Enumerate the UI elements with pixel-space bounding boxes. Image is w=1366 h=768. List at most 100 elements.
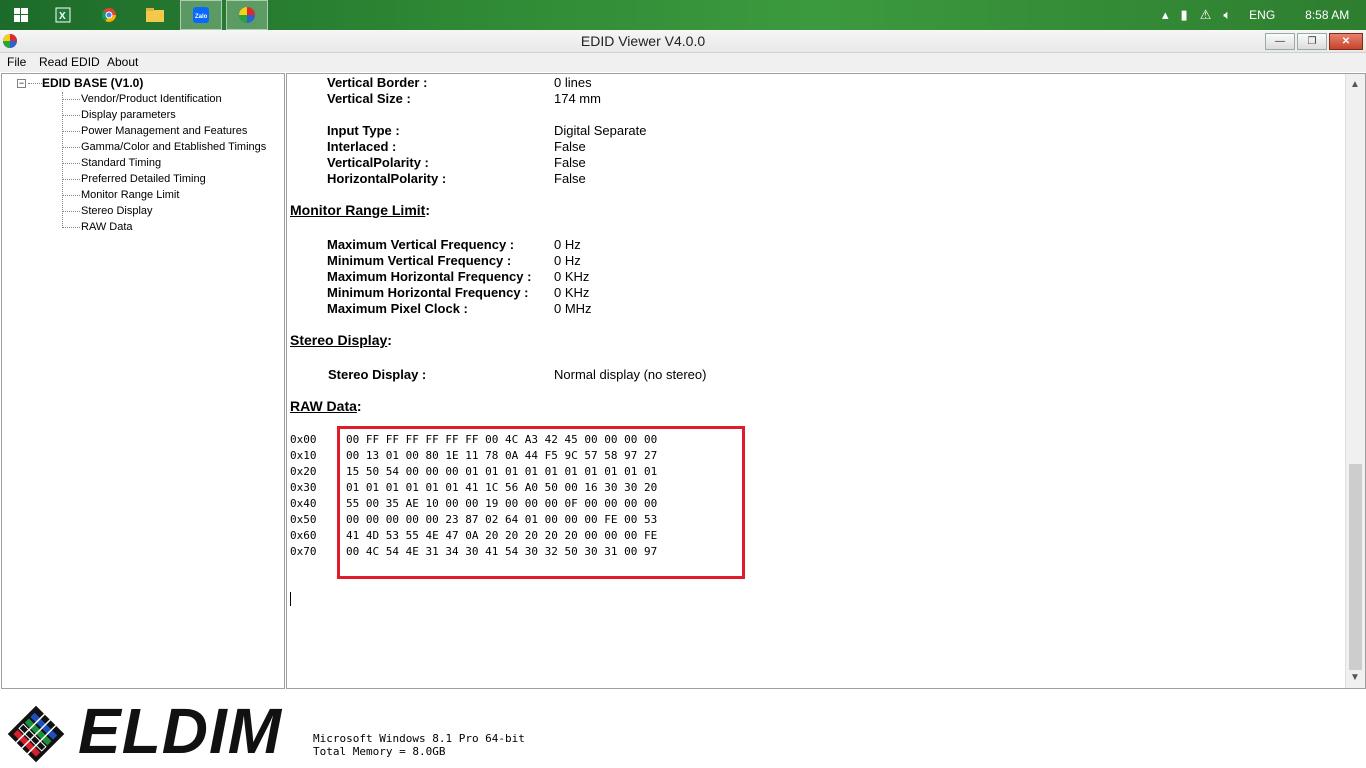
folder-icon xyxy=(146,8,164,22)
hex-address: 0x40 xyxy=(290,497,317,510)
minimize-button[interactable]: — xyxy=(1265,33,1295,50)
tree-item-power-management[interactable]: Power Management and Features xyxy=(62,123,247,139)
field-value: 0 MHz xyxy=(554,301,592,316)
tree-item-label: Power Management and Features xyxy=(81,125,248,137)
field-value: 0 Hz xyxy=(554,253,581,268)
hex-address: 0x20 xyxy=(290,465,317,478)
svg-text:Zalo: Zalo xyxy=(195,14,208,20)
zalo-icon: Zalo xyxy=(193,7,209,23)
taskbar-zalo[interactable]: Zalo xyxy=(180,0,222,30)
field-value: 0 KHz xyxy=(554,269,590,284)
field-label: Input Type : xyxy=(327,123,400,138)
memory-info: Total Memory = 8.0GB xyxy=(313,745,446,758)
field-value: 0 KHz xyxy=(554,285,590,300)
field-value: Digital Separate xyxy=(554,123,647,138)
hex-address: 0x10 xyxy=(290,449,317,462)
tree-item-label: Display parameters xyxy=(81,109,176,121)
battery-icon[interactable]: ▮ xyxy=(1181,7,1188,23)
section-heading-stereo: Stereo Display: xyxy=(290,332,392,348)
tree-item-label: Standard Timing xyxy=(81,157,162,169)
field-value: False xyxy=(554,139,586,154)
taskbar-excel[interactable]: X xyxy=(42,0,84,30)
excel-icon: X xyxy=(55,7,71,23)
menu-bar: File Read EDID About xyxy=(0,53,1366,72)
section-title: Monitor Range Limit xyxy=(290,202,426,218)
chrome-icon xyxy=(101,8,116,22)
field-label: Minimum Vertical Frequency : xyxy=(327,253,512,268)
eldim-logo: ELDIM xyxy=(78,695,283,767)
taskbar-explorer[interactable] xyxy=(134,0,176,30)
field-value: False xyxy=(554,155,586,170)
tree-connector xyxy=(28,83,42,84)
tree-item-label: Preferred Detailed Timing xyxy=(81,173,206,185)
svg-text:X: X xyxy=(59,11,66,22)
taskbar-edid-viewer[interactable] xyxy=(226,0,268,30)
tree-item-label: Stereo Display xyxy=(81,205,153,217)
taskbar: X Zalo ▴ ▮ ⚠ 🔈︎ ENG 8:58 AM xyxy=(0,0,1366,30)
collapse-icon[interactable]: − xyxy=(17,79,26,88)
tree-root[interactable]: EDID BASE (V1.0) xyxy=(42,76,143,90)
hex-address: 0x50 xyxy=(290,513,317,526)
field-label: HorizontalPolarity : xyxy=(327,171,447,186)
tree-item-gamma-color[interactable]: Gamma/Color and Etablished Timings xyxy=(62,139,266,155)
field-value: 174 mm xyxy=(554,91,601,106)
eldim-logo-mark-icon xyxy=(7,705,65,763)
field-value: False xyxy=(554,171,586,186)
show-hidden-icons-icon[interactable]: ▴ xyxy=(1162,7,1169,23)
hex-address: 0x00 xyxy=(290,433,317,446)
field-label: Vertical Border : xyxy=(327,75,428,90)
scroll-down-icon[interactable]: ▼ xyxy=(1350,672,1360,683)
detail-view[interactable]: Vertical Border : 0 lines Vertical Size … xyxy=(286,73,1366,689)
restore-button[interactable]: ❐ xyxy=(1297,33,1327,50)
hex-address: 0x30 xyxy=(290,481,317,494)
menu-about[interactable]: About xyxy=(107,55,138,69)
tree-item-label: Monitor Range Limit xyxy=(81,189,180,201)
section-colon: : xyxy=(356,398,362,414)
tree-item-label: RAW Data xyxy=(81,221,133,233)
tree-item-vendor[interactable]: Vendor/Product Identification xyxy=(62,91,222,107)
edid-viewer-icon xyxy=(239,7,255,23)
tree-item-raw-data[interactable]: RAW Data xyxy=(62,219,133,235)
tree-item-display-parameters[interactable]: Display parameters xyxy=(62,107,176,123)
footer: ELDIM Microsoft Windows 8.1 Pro 64-bit T… xyxy=(0,690,1366,768)
taskbar-chrome[interactable] xyxy=(88,0,130,30)
tree-item-stereo-display[interactable]: Stereo Display xyxy=(62,203,153,219)
tree-item-label: Gamma/Color and Etablished Timings xyxy=(81,141,267,153)
menu-file[interactable]: File xyxy=(7,55,26,69)
network-icon[interactable]: ⚠ xyxy=(1200,7,1212,23)
volume-icon[interactable]: 🔈︎ xyxy=(1223,7,1231,23)
tree-item-preferred-timing[interactable]: Preferred Detailed Timing xyxy=(62,171,206,187)
field-label: Vertical Size : xyxy=(327,91,411,106)
tree-item-monitor-range[interactable]: Monitor Range Limit xyxy=(62,187,179,203)
section-title: RAW Data xyxy=(290,398,357,414)
scroll-up-icon[interactable]: ▲ xyxy=(1350,79,1360,90)
field-label: Maximum Vertical Frequency : xyxy=(327,237,515,252)
section-heading-raw-data: RAW Data: xyxy=(290,398,362,414)
scroll-thumb[interactable] xyxy=(1349,464,1362,670)
close-button[interactable]: ✕ xyxy=(1329,33,1363,50)
field-label: VerticalPolarity : xyxy=(327,155,429,170)
field-label: Interlaced : xyxy=(327,139,397,154)
language-indicator[interactable]: ENG xyxy=(1249,8,1275,22)
field-label: Minimum Horizontal Frequency : xyxy=(327,285,529,300)
field-label: Maximum Horizontal Frequency : xyxy=(327,269,532,284)
section-colon: : xyxy=(425,202,430,218)
hex-address: 0x60 xyxy=(290,529,317,542)
os-info: Microsoft Windows 8.1 Pro 64-bit xyxy=(313,732,525,745)
window-titlebar: EDID Viewer V4.0.0 — ❐ ✕ xyxy=(0,30,1366,53)
field-value: Normal display (no stereo) xyxy=(554,367,707,382)
vertical-scrollbar[interactable]: ▲ ▼ xyxy=(1345,74,1365,688)
edid-tree: − EDID BASE (V1.0) Vendor/Product Identi… xyxy=(1,73,285,689)
clock[interactable]: 8:58 AM xyxy=(1305,8,1349,22)
hex-address: 0x70 xyxy=(290,545,317,558)
window-title: EDID Viewer V4.0.0 xyxy=(580,33,706,49)
menu-read-edid[interactable]: Read EDID xyxy=(39,55,100,69)
system-tray: ▴ ▮ ⚠ 🔈︎ ENG 8:58 AM xyxy=(1156,0,1349,30)
field-value: 0 lines xyxy=(554,75,592,90)
windows-logo-icon xyxy=(14,8,28,22)
field-label: Stereo Display : xyxy=(328,367,427,382)
field-label: Maximum Pixel Clock : xyxy=(327,301,468,316)
text-caret xyxy=(290,592,291,606)
start-button[interactable] xyxy=(0,0,42,30)
tree-item-standard-timing[interactable]: Standard Timing xyxy=(62,155,161,171)
